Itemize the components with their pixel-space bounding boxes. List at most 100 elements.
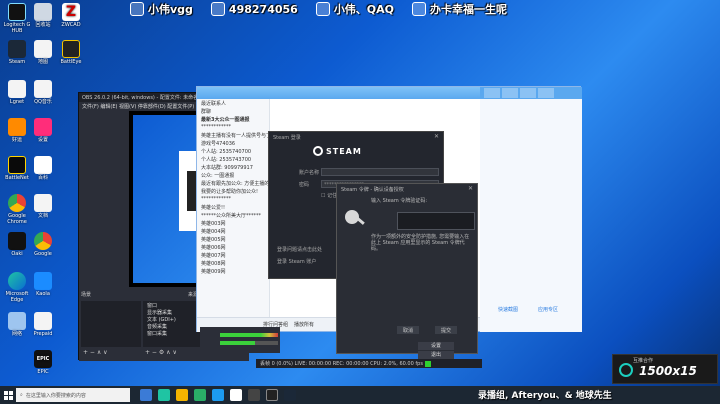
windows-icon — [3, 390, 13, 400]
desktop-icon-google[interactable]: Google — [28, 232, 58, 257]
bottom-item[interactable]: 播放所有 — [294, 321, 314, 328]
app-icon[interactable] — [520, 88, 536, 98]
record-badge-big: 1500x15 — [639, 364, 697, 378]
sidebar-row[interactable]: 个人站: 2535743700 — [197, 155, 269, 163]
steam-guard-window[interactable]: Steam 令牌 - 确认设备授权 ✕ 输入 Steam 令牌验证码: 作为一项… — [336, 183, 478, 354]
app-icon — [34, 118, 52, 136]
sidebar-row[interactable]: 英雄007网 — [197, 251, 269, 259]
edge-icon[interactable] — [158, 389, 170, 401]
guard-info: 作为一项额外的安全防护措施, 您需要输入在此上 Steam 应用里显示的 Ste… — [371, 234, 470, 252]
source-controls[interactable]: + − ⚙ ∧ ∨ — [145, 349, 177, 356]
qq-chat-panel[interactable]: 快速截图 应用专区 — [480, 99, 582, 332]
sidebar-row[interactable]: 英雄006网 — [197, 243, 269, 251]
obs-status-bar: 丢帧 0 (0.0%) LIVE: 00:00:00 REC: 00:00:00… — [256, 359, 482, 368]
quick-screenshot-link[interactable]: 快速截图 — [498, 306, 518, 313]
sidebar-row[interactable]: 我要的让多帮助你加公众! — [197, 187, 269, 195]
desktop-icon-doc[interactable]: 文档 — [28, 194, 58, 219]
obs-icon[interactable] — [248, 389, 260, 401]
file-icon — [34, 80, 52, 98]
record-ring-icon — [619, 363, 633, 377]
qq-sidebar[interactable]: 最近联系人 群聊 最新3大公众一图通报 ************ 英雄主播有没有… — [197, 99, 270, 332]
obs-mixer[interactable] — [200, 327, 280, 353]
battleye-icon — [62, 40, 80, 58]
obs-exit-button[interactable]: 退出 — [418, 351, 454, 359]
guard-cancel-button[interactable]: 取消 — [397, 326, 420, 334]
desktop-icon-kaola[interactable]: Kaola — [28, 272, 58, 297]
banner-item-4: 办卡幸福一生呢 — [430, 3, 508, 16]
tv-icon — [315, 2, 330, 16]
scene-controls[interactable]: + − ∧ ∨ — [83, 349, 108, 356]
guard-submit-button[interactable]: 提交 — [435, 326, 458, 334]
desktop-icon-recycle[interactable]: 回收站 — [28, 3, 58, 28]
sidebar-row[interactable]: 最近有跟先加公众: 方便主播的 — [197, 179, 269, 187]
sidebar-row[interactable]: 英雄主播有没有一人提供号与丁? — [197, 131, 269, 139]
steam-icon — [8, 40, 26, 58]
sidebar-row[interactable]: 英雄公爱!! — [197, 203, 269, 211]
network-icon — [8, 312, 26, 330]
desktop-icon-settings[interactable]: 设置 — [28, 118, 58, 143]
sidebar-row[interactable]: 英雄008网 — [197, 259, 269, 267]
audio-meter — [220, 341, 278, 345]
desktop-icon-qqmusic[interactable]: QQ音乐 — [28, 80, 58, 105]
sidebar-row[interactable]: 英雄005网 — [197, 235, 269, 243]
home-icon[interactable] — [484, 88, 500, 98]
sidebar-row[interactable]: ************ — [197, 195, 269, 203]
app-icon — [8, 118, 26, 136]
paw-icon — [210, 2, 225, 16]
sidebar-row[interactable]: 最新3大公众一图通报 — [197, 115, 269, 123]
file-icon — [34, 312, 52, 330]
guard-code-input[interactable] — [397, 212, 475, 230]
record-badge-small: 互推合作 — [633, 358, 654, 364]
card-icon — [412, 2, 427, 16]
chat-icon[interactable] — [502, 88, 518, 98]
sidebar-row[interactable]: 群聊 — [197, 107, 269, 115]
qq-icon-bar — [480, 87, 582, 99]
close-icon[interactable]: ✕ — [434, 133, 439, 140]
more-icon[interactable] — [538, 88, 554, 98]
desktop-icon-map[interactable]: 地图 — [28, 40, 58, 65]
desktop-icon-baike[interactable]: 百科 — [28, 156, 58, 181]
desktop-icon-prepaid[interactable]: Prepaid — [28, 312, 58, 337]
sidebar-row[interactable]: ******公众所美大厅****** — [197, 211, 269, 219]
taskbar-search[interactable]: ⌕ 在这里输入你要搜索的内容 — [16, 388, 130, 402]
taskview-icon[interactable] — [140, 389, 152, 401]
app-icon — [34, 156, 52, 174]
sidebar-row[interactable]: 英雄009网 — [197, 267, 269, 275]
obs-settings-button[interactable]: 设置 — [418, 342, 454, 350]
sidebar-row[interactable]: 英雄004网 — [197, 227, 269, 235]
sidebar-row[interactable]: 游戏号474036 — [197, 139, 269, 147]
desktop-icon-battleye[interactable]: BattlEye — [56, 40, 86, 65]
steam-icon[interactable] — [284, 389, 296, 401]
login-account-link[interactable]: 登录 Steam 账户 — [277, 258, 316, 265]
qq-icon — [130, 2, 144, 16]
qq-icon[interactable] — [212, 389, 224, 401]
close-icon[interactable]: ✕ — [468, 185, 473, 192]
scenes-label: 场景 — [81, 292, 92, 298]
app-icon[interactable] — [266, 389, 278, 401]
app-icon[interactable] — [230, 389, 242, 401]
status-indicator — [424, 360, 431, 367]
sidebar-row[interactable]: 英雄003网 — [197, 219, 269, 227]
sidebar-row[interactable]: 个人站: 2535740700 — [197, 147, 269, 155]
desktop-icon-zwcad[interactable]: Z ZWCAD — [56, 3, 86, 28]
sidebar-row[interactable]: 大本站群: 909979917 — [197, 163, 269, 171]
ghub-icon — [8, 3, 26, 21]
scenes-list[interactable] — [81, 301, 141, 347]
sidebar-row[interactable]: 最近联系人 — [197, 99, 269, 107]
login-help-link[interactable]: 登录问题请点击此处 — [277, 246, 322, 253]
wechat-icon[interactable] — [194, 389, 206, 401]
app-icon — [8, 232, 26, 250]
account-label: 账户名称 — [299, 170, 320, 176]
start-button[interactable] — [0, 386, 16, 404]
app-zone-link[interactable]: 应用专区 — [538, 306, 558, 313]
account-input[interactable] — [321, 168, 439, 176]
overlay-banner: 小伟vgg 498274056 小伟、QAQ 办卡幸福一生呢 — [130, 0, 507, 18]
sidebar-row[interactable]: ************ — [197, 123, 269, 131]
taskbar: ⌕ 在这里输入你要搜索的内容 — [0, 386, 720, 404]
sidebar-row[interactable]: 公众: 一图通报 — [197, 171, 269, 179]
desktop-icon-epic[interactable]: EPIC EPIC — [28, 350, 58, 375]
explorer-icon[interactable] — [176, 389, 188, 401]
steam-guard-title: Steam 令牌 - 确认设备授权 — [341, 187, 404, 193]
chrome-icon — [34, 232, 52, 250]
audio-meter — [220, 333, 278, 337]
